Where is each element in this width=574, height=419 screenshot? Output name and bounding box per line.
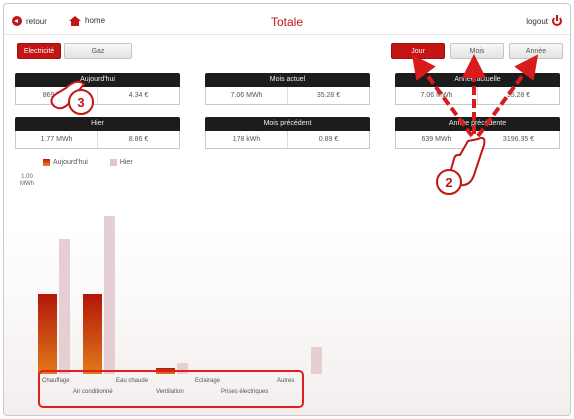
bar-today-0 — [38, 294, 57, 374]
summary-cost: 3196.35 € — [477, 131, 559, 148]
bar-yesterday-6 — [311, 347, 322, 374]
category-label-3: Ventilation — [156, 389, 184, 395]
summary-energy: 7.06 MWh — [230, 92, 263, 99]
step-badge-3: 3 — [68, 89, 94, 115]
legend-label: Aujourd'hui — [53, 159, 88, 166]
category-label-0: Chauffage — [42, 378, 70, 384]
summary-current-month: Mois actuel 7.06 MWh 35.28 € — [205, 73, 370, 106]
category-label-5: Prises électriques — [221, 389, 269, 395]
category-label-1: Air conditionné — [73, 389, 113, 395]
legend-swatch-yesterday — [109, 159, 117, 166]
period-annee-button[interactable]: Année — [509, 43, 563, 59]
summary-energy: 178 kWh — [232, 136, 261, 143]
logout-link[interactable]: logout — [526, 15, 562, 26]
consumption-bar-chart — [38, 184, 328, 374]
summary-title: Hier — [15, 117, 180, 131]
page-title: Totale — [270, 15, 304, 29]
summary-previous-month: Mois précédent 178 kWh 0.89 € — [205, 117, 370, 150]
summary-cost: 4.34 € — [97, 87, 179, 104]
summary-cost: 35.28 € — [477, 87, 559, 104]
category-label-4: Eclairage — [195, 378, 221, 384]
header-bar: retour home Totale logout — [4, 4, 570, 35]
category-label-2: Eau chaude — [116, 378, 149, 384]
logout-label: logout — [526, 16, 548, 26]
chart-legend: Aujourd'hui Hier — [43, 159, 133, 166]
summary-previous-year: Année précédente 639 MWh 3196.35 € — [395, 117, 560, 150]
summary-current-year: Année actuelle 7.06 MWh 35.28 € — [395, 73, 560, 106]
tab-electricite[interactable]: Electricité — [17, 43, 61, 59]
summary-title: Mois précédent — [205, 117, 370, 131]
legend-item-yesterday: Hier — [109, 159, 133, 166]
summary-cost: 8.86 € — [97, 131, 179, 148]
legend-item-today: Aujourd'hui — [43, 159, 88, 166]
period-mois-button[interactable]: Mois — [450, 43, 504, 59]
summary-energy: 7.06 MWh — [420, 92, 453, 99]
summary-cost: 0.89 € — [287, 131, 369, 148]
y-axis-unit: MWh — [20, 181, 34, 187]
bar-yesterday-1 — [104, 216, 115, 374]
bar-today-1 — [83, 294, 102, 374]
summary-yesterday: Hier 1.77 MWh 8.86 € — [15, 117, 180, 150]
summary-title: Aujourd'hui — [15, 73, 180, 87]
summary-title: Année actuelle — [395, 73, 560, 87]
category-label-6: Autres — [277, 378, 295, 384]
step-badge-2: 2 — [436, 169, 462, 195]
summary-title: Mois actuel — [205, 73, 370, 87]
summary-energy: 639 MWh — [421, 136, 452, 143]
power-icon — [552, 15, 562, 26]
period-jour-button[interactable]: Jour — [391, 43, 445, 59]
tab-gaz[interactable]: Gaz — [64, 43, 132, 59]
bar-yesterday-0 — [59, 239, 70, 374]
app-window: retour home Totale logout Electricité Ga… — [3, 3, 571, 416]
summary-title: Année précédente — [395, 117, 560, 131]
y-axis-label: 1.00 MWh — [20, 174, 34, 188]
legend-label: Hier — [119, 159, 133, 166]
summary-energy: 1.77 MWh — [40, 136, 73, 143]
category-labels-box: Chauffage Air conditionné Eau chaude Ventil… — [38, 370, 304, 408]
legend-swatch-today — [43, 159, 50, 166]
summary-today: Aujourd'hui 869 kWh 4.34 € — [15, 73, 180, 106]
y-axis-value: 1.00 — [21, 174, 33, 180]
summary-cost: 35.28 € — [287, 87, 369, 104]
